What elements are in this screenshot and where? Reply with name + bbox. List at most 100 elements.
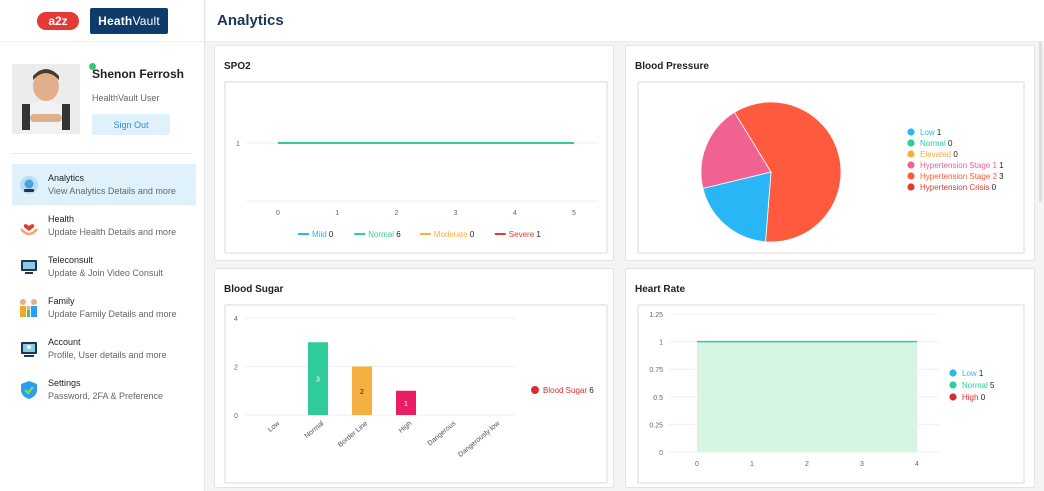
legend-count: 1 (979, 369, 984, 378)
y-tick-label: 4 (234, 316, 238, 323)
legend-label: Blood Sugar 6 (543, 386, 594, 395)
legend-label: Elevated 0 (920, 150, 958, 159)
legend-marker (907, 172, 915, 180)
card-title: Blood Pressure (635, 61, 709, 72)
logo-bar: a2z HeathVault (0, 0, 204, 42)
legend-count: 0 (948, 139, 953, 148)
legend-label: Moderate 0 (434, 230, 475, 239)
y-tick-label: 0.25 (649, 422, 663, 429)
heart-hand-icon (18, 215, 40, 237)
legend-marker (907, 150, 915, 158)
profile-name: Shenon Ferrosh (92, 67, 185, 81)
a2z-logo[interactable]: a2z (36, 10, 80, 32)
legend-label: Low 1 (962, 369, 984, 378)
spo2-chart: 1 0 1 2 3 4 5 Mild 0 Normal 6 Moderate 0 Severe 1 (236, 141, 598, 239)
a2z-logo-text: a2z (48, 14, 67, 28)
family-icon (18, 297, 40, 319)
legend-label: Low 1 (920, 128, 942, 137)
avatar-image (12, 64, 80, 134)
legend-count: 5 (990, 381, 995, 390)
legend-label: Mild 0 (312, 230, 334, 239)
legend-count: 0 (953, 150, 958, 159)
legend-count: 3 (999, 172, 1004, 181)
legend-marker (949, 381, 957, 389)
y-tick-label: 0.75 (649, 367, 663, 374)
legend-label: Normal 6 (368, 230, 401, 239)
sidebar-item-title: Health (48, 214, 75, 224)
hr-chart: 0 0.25 0.5 0.75 1 1.25 0 1 2 3 4 Low 1 Normal 5 High … (649, 312, 995, 468)
legend-count: 0 (992, 183, 997, 192)
healthvault-logo[interactable]: HeathVault (90, 7, 168, 34)
y-tick-label: 1 (236, 141, 240, 148)
x-tick-label: 1 (335, 210, 339, 217)
bar-data-label: 2 (360, 389, 364, 396)
legend-marker (907, 139, 915, 147)
sidebar-item-title: Settings (48, 378, 81, 388)
analytics-icon (18, 174, 40, 196)
sidebar-item-subtitle: View Analytics Details and more (48, 186, 176, 196)
sidebar: a2z HeathVault Shenon Ferrosh HealthVaul… (0, 0, 205, 491)
y-tick-label: 2 (234, 365, 238, 372)
sidebar-item-settings[interactable]: Settings Password, 2FA & Preference (12, 369, 196, 410)
area-fill (697, 341, 917, 452)
sidebar-item-analytics[interactable]: Analytics View Analytics Details and more (12, 164, 196, 205)
sidebar-item-title: Analytics (48, 173, 85, 183)
legend-label: High 0 (962, 393, 986, 402)
sidebar-menu: Analytics View Analytics Details and more… (12, 164, 196, 410)
x-tick-label: 3 (860, 461, 864, 468)
x-tick-label: 1 (750, 461, 754, 468)
blood-pressure-card: Blood Pressure Low 1 Normal 0 Elevated 0 Hy… (625, 45, 1035, 261)
app-root: a2z HeathVault Shenon Ferrosh HealthVaul… (0, 0, 1044, 491)
card-title: Blood Sugar (224, 284, 284, 295)
sidebar-item-subtitle: Password, 2FA & Preference (48, 391, 164, 401)
bp-chart: Low 1 Normal 0 Elevated 0 Hypertension Stag… (700, 101, 1004, 243)
legend-label: Hypertension Crisis 0 (920, 183, 997, 192)
legend-count: 0 (981, 393, 986, 402)
y-tick-label: 0 (659, 450, 663, 457)
legend-marker (531, 386, 539, 394)
shield-check-icon (18, 379, 40, 401)
sidebar-item-subtitle: Update & Join Video Consult (48, 268, 163, 278)
sidebar-item-teleconsult[interactable]: Teleconsult Update & Join Video Consult (12, 246, 196, 287)
legend-label: Hypertension Stage 1 1 (920, 161, 1004, 170)
sidebar-item-title: Teleconsult (48, 255, 94, 265)
sidebar-item-account[interactable]: Account Profile, User details and more (12, 328, 196, 369)
sidebar-item-family[interactable]: Family Update Family Details and more (12, 287, 196, 328)
sidebar-item-subtitle: Update Health Details and more (48, 227, 177, 237)
x-tick-label: Border Line (337, 420, 369, 449)
y-tick-label: 1 (659, 340, 663, 347)
hr-chart-panel: 0 0.25 0.5 0.75 1 1.25 0 1 2 3 4 Low 1 Normal 5 High … (637, 304, 1025, 484)
x-tick-label: 4 (915, 461, 919, 468)
bar-data-label: 1 (404, 401, 408, 408)
a2z-logo-graphic: a2z (37, 11, 80, 30)
top-bar: Analytics (206, 0, 1044, 42)
blood-sugar-card: Blood Sugar 0 2 4 Low 3 Normal 2 Border Line 1 Hi… (214, 268, 614, 488)
sidebar-item-subtitle: Update Family Details and more (48, 309, 177, 319)
x-tick-label: Low (267, 420, 282, 434)
x-tick-label: 2 (805, 461, 809, 468)
x-tick-label: Dangerous (427, 420, 458, 448)
x-tick-label: 4 (513, 210, 517, 217)
sidebar-item-title: Family (48, 296, 75, 306)
sugar-chart: 0 2 4 Low 3 Normal 2 Border Line 1 High Dangerous D… (234, 316, 594, 459)
legend-count: 6 (589, 386, 594, 395)
avatar[interactable] (12, 64, 80, 134)
legend-count: 1 (536, 230, 541, 239)
y-tick-label: 1.25 (649, 312, 663, 319)
bp-chart-panel: Low 1 Normal 0 Elevated 0 Hypertension Stag… (637, 81, 1025, 254)
sidebar-item-health[interactable]: Health Update Health Details and more (12, 205, 196, 246)
x-tick-label: Normal (304, 420, 326, 440)
bar-data-label: 3 (316, 377, 320, 384)
profile-panel: Shenon Ferrosh HealthVault User Sign Out (12, 42, 192, 154)
legend-count: 0 (329, 230, 334, 239)
scrollbar[interactable] (1039, 42, 1042, 202)
legend-marker (907, 161, 915, 169)
sugar-chart-panel: 0 2 4 Low 3 Normal 2 Border Line 1 High Dangerous D… (224, 304, 608, 484)
x-tick-label: 0 (695, 461, 699, 468)
y-tick-label: 0 (234, 413, 238, 420)
sign-out-button[interactable]: Sign Out (92, 114, 170, 135)
x-tick-label: 3 (454, 210, 458, 217)
legend-count: 1 (937, 128, 942, 137)
legend-marker (907, 128, 915, 136)
y-tick-label: 0.5 (653, 395, 663, 402)
